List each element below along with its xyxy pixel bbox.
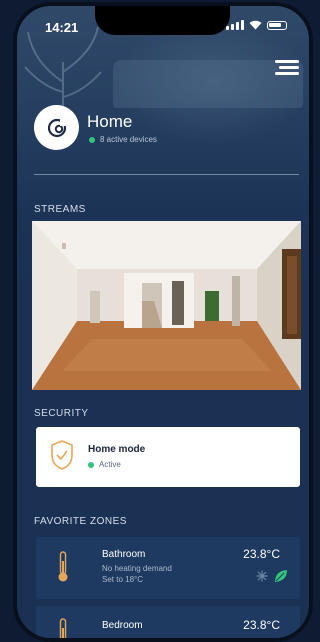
menu-button[interactable] — [275, 60, 299, 76]
active-devices-label: 8 active devices — [100, 135, 157, 144]
thermometer-icon — [56, 618, 70, 642]
streams-section-title: STREAMS — [34, 204, 86, 215]
menu-line-icon — [275, 72, 299, 75]
header-divider — [34, 174, 299, 175]
camera-stream-tile[interactable] — [32, 221, 301, 390]
cellular-signal-icon — [226, 20, 244, 30]
battery-icon — [267, 21, 287, 30]
zone-heating-status: No heating demand — [102, 564, 172, 573]
home-logo-icon — [46, 117, 68, 139]
zone-setpoint: Set to 18°C — [102, 575, 143, 584]
menu-line-icon — [275, 60, 299, 63]
zone-temperature: 23.8°C — [243, 618, 280, 632]
zone-name: Bedroom — [102, 620, 143, 631]
status-icons — [226, 20, 287, 30]
eco-leaf-icon[interactable] — [274, 569, 288, 583]
phone-screen: 14:21 Home 8 active devices STREAMS — [13, 2, 313, 642]
active-devices-status: 8 active devices — [89, 135, 157, 144]
zone-name: Bathroom — [102, 549, 145, 560]
menu-line-icon — [279, 66, 299, 69]
zone-card-bathroom[interactable]: Bathroom No heating demand Set to 18°C 2… — [36, 537, 300, 599]
home-avatar[interactable] — [34, 105, 79, 150]
shield-check-icon — [50, 439, 74, 471]
online-dot-icon — [89, 137, 95, 143]
device-notch — [95, 2, 230, 35]
snowflake-icon[interactable] — [256, 570, 268, 582]
security-status-label: Active — [99, 460, 121, 469]
security-mode-status: Active — [88, 460, 121, 469]
security-mode-title: Home mode — [88, 444, 145, 455]
thermometer-icon — [56, 551, 70, 583]
home-title: Home — [87, 112, 132, 132]
security-section-title: SECURITY — [34, 408, 89, 419]
favorite-zones-section-title: FAVORITE ZONES — [34, 516, 127, 527]
wifi-icon — [249, 20, 262, 30]
zone-temperature: 23.8°C — [243, 547, 280, 561]
security-mode-card[interactable]: Home mode Active — [36, 427, 300, 487]
active-dot-icon — [88, 462, 94, 468]
camera-stream-image — [32, 221, 301, 390]
status-time: 14:21 — [45, 20, 78, 35]
